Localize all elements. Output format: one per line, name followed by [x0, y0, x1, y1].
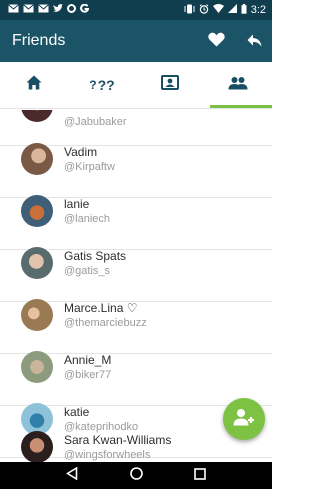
signal-icon — [227, 4, 237, 16]
avatar — [21, 143, 53, 175]
list-item[interactable]: Marce.Lina ♡ @themarciebuzz — [0, 299, 272, 354]
friend-handle: @themarciebuzz — [64, 317, 147, 329]
vibrate-icon — [184, 4, 195, 17]
status-bar: 3:2 — [0, 0, 272, 20]
heart-icon[interactable] — [208, 32, 225, 50]
avatar — [21, 195, 53, 227]
friend-name: Gatis Spats — [64, 249, 127, 263]
recents-icon — [194, 467, 206, 485]
mail-icon — [8, 4, 19, 16]
avatar — [21, 431, 53, 462]
avatar — [21, 351, 53, 383]
avatar — [21, 299, 53, 331]
back-button[interactable] — [65, 466, 79, 485]
app-bar: Friends — [0, 20, 272, 62]
recents-button[interactable] — [193, 467, 207, 485]
home-nav-icon — [129, 466, 143, 485]
contact-card-icon — [161, 75, 179, 95]
friend-handle: @gatis_s — [64, 265, 111, 277]
friend-handle: @kateprihodko — [64, 421, 139, 433]
tab-friends[interactable] — [204, 62, 272, 108]
friend-handle: @wingsforwheels — [64, 449, 151, 461]
friend-name: Annie_M — [64, 353, 112, 367]
list-item[interactable]: Gatis Spats @gatis_s — [0, 247, 272, 302]
circle-icon — [67, 4, 76, 16]
tab-questions[interactable]: ??? — [68, 62, 136, 108]
friend-handle: @Jabubaker — [64, 116, 127, 128]
friend-handle: @Kirpaftw — [64, 161, 115, 173]
twitter-icon — [53, 4, 63, 16]
list-item[interactable]: @Jabubaker — [0, 110, 272, 146]
mail-icon — [23, 4, 34, 16]
friend-name: lanie — [64, 197, 90, 211]
back-icon — [65, 466, 78, 485]
mail-icon — [38, 4, 49, 16]
add-friend-button[interactable] — [223, 398, 265, 440]
friend-name: Vadim — [64, 145, 98, 159]
home-icon — [26, 75, 42, 95]
wifi-icon — [212, 4, 224, 16]
alarm-icon — [199, 3, 209, 17]
friend-name: Marce.Lina ♡ — [64, 301, 138, 315]
list-item[interactable]: Annie_M @biker77 — [0, 351, 272, 406]
avatar — [21, 247, 53, 279]
app-bar-actions — [208, 32, 262, 50]
page-title: Friends — [12, 32, 66, 49]
home-nav-button[interactable] — [129, 466, 143, 485]
list-item[interactable]: lanie @laniech — [0, 195, 272, 250]
tab-bar: ??? — [0, 62, 272, 109]
status-bar-system: 3:2 — [184, 3, 266, 17]
tab-questions-label: ?? — [97, 77, 115, 93]
list-item[interactable]: Vadim @Kirpaftw — [0, 143, 272, 198]
reply-icon[interactable] — [247, 32, 262, 50]
g-icon — [80, 3, 90, 16]
friend-handle: @biker77 — [64, 369, 112, 381]
tab-home[interactable] — [0, 62, 68, 108]
people-icon — [228, 76, 248, 95]
friend-handle: @laniech — [64, 213, 111, 225]
friend-name: katie — [64, 405, 90, 419]
system-nav-bar — [0, 462, 272, 489]
friend-name: Sara Kwan-Williams — [64, 433, 172, 447]
question-icon: ??? — [89, 77, 115, 93]
battery-icon — [241, 3, 247, 17]
status-bar-notifications — [8, 3, 90, 16]
add-person-icon — [233, 408, 255, 431]
tab-contacts[interactable] — [136, 62, 204, 108]
avatar — [21, 110, 53, 122]
status-time: 3:2 — [250, 4, 266, 16]
